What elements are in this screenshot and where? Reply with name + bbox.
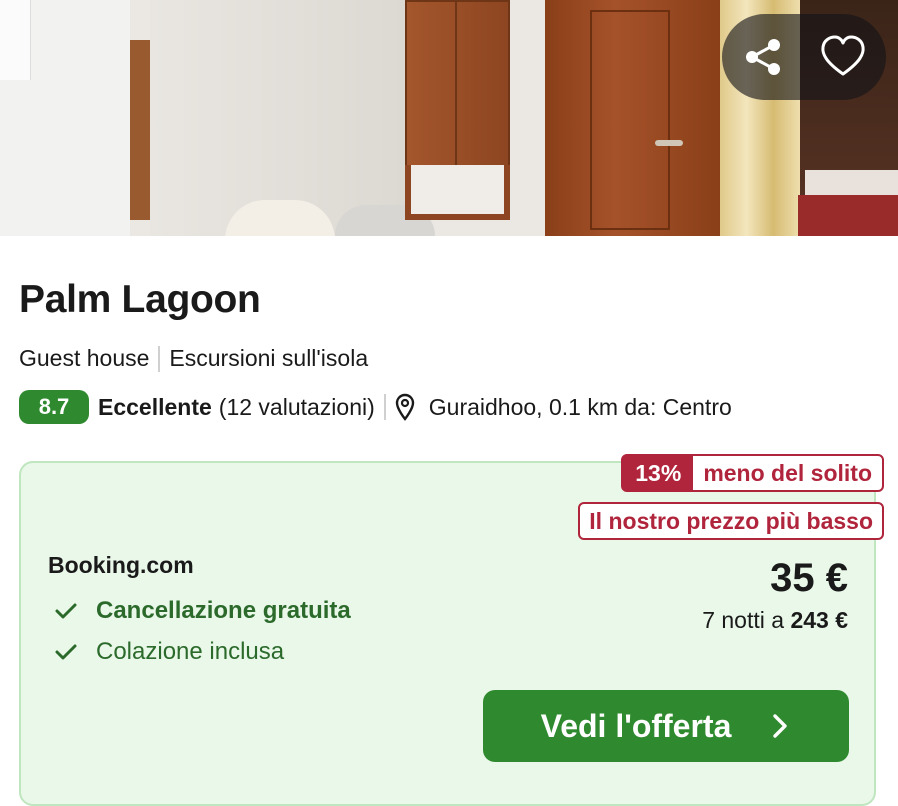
share-icon xyxy=(746,39,780,75)
photo-cabinet xyxy=(405,0,510,170)
photo-pillar xyxy=(510,0,545,236)
total-amount: 243 € xyxy=(790,607,848,633)
discount-percent: 13% xyxy=(623,456,694,490)
divider xyxy=(383,394,386,420)
review-count[interactable]: (12 valutazioni) xyxy=(219,394,375,421)
check-icon xyxy=(55,644,77,660)
rating-score-badge: 8.7 xyxy=(19,390,89,424)
perk-label: Colazione inclusa xyxy=(96,638,285,665)
chevron-right-icon xyxy=(773,714,788,738)
hotel-feature: Escursioni sull'isola xyxy=(169,345,369,371)
favorite-button[interactable] xyxy=(816,30,870,84)
hotel-type: Guest house xyxy=(19,345,150,371)
heart-icon xyxy=(821,35,865,76)
photo-cabinet-split xyxy=(455,0,457,170)
share-button[interactable] xyxy=(736,30,790,84)
divider xyxy=(158,345,161,372)
discount-badge: 13% meno del solito xyxy=(621,454,884,492)
nightly-price: 35 € xyxy=(770,556,848,600)
perk-breakfast: Colazione inclusa xyxy=(54,638,284,666)
location-pin-icon xyxy=(395,393,414,421)
view-offer-label: Vedi l'offerta xyxy=(540,707,732,744)
view-offer-button[interactable]: Vedi l'offerta xyxy=(483,690,849,762)
check-icon xyxy=(55,603,77,619)
perk-free-cancellation: Cancellazione gratuita xyxy=(54,597,351,625)
discount-text: meno del solito xyxy=(703,460,872,486)
lowest-price-badge: Il nostro prezzo più basso xyxy=(578,502,884,540)
hotel-meta: Guest house Escursioni sull'isola xyxy=(19,345,368,372)
provider-name: Booking.com xyxy=(48,552,194,578)
hotel-name[interactable]: Palm Lagoon xyxy=(19,278,261,322)
photo-actions xyxy=(722,14,886,100)
hotel-photo[interactable] xyxy=(0,0,898,236)
total-price: 7 notti a 243 € xyxy=(702,607,848,634)
photo-shelf xyxy=(405,165,510,220)
location-text[interactable]: Guraidhoo, 0.1 km da: Centro xyxy=(429,394,732,421)
perk-label: Cancellazione gratuita xyxy=(96,597,351,624)
total-prefix: 7 notti a xyxy=(702,607,785,633)
rating-row: 8.7 Eccellente (12 valutazioni) Guraidho… xyxy=(19,390,732,424)
rating-word: Eccellente xyxy=(98,393,212,420)
photo-notice xyxy=(0,0,31,80)
photo-door-handle xyxy=(655,140,683,146)
photo-wood xyxy=(130,40,150,220)
photo-door-panel xyxy=(590,10,670,230)
photo-bed-cover xyxy=(798,195,898,236)
